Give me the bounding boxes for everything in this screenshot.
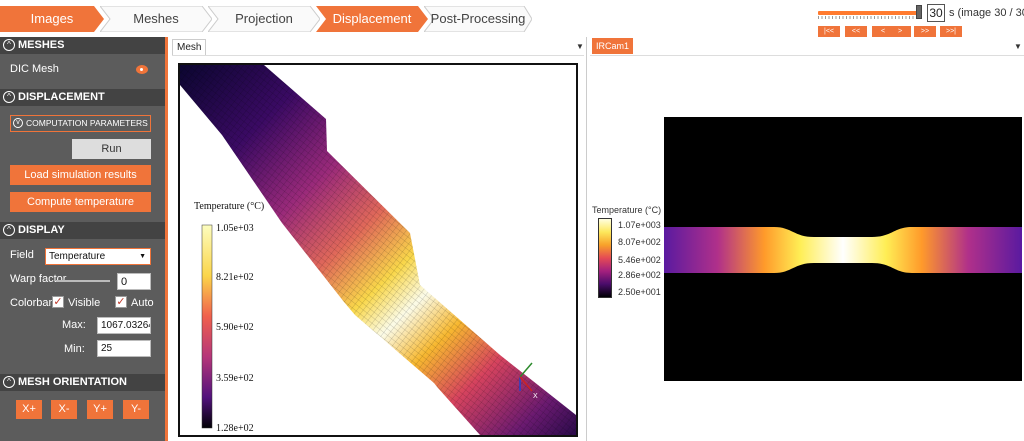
tab-mesh[interactable]: Mesh — [172, 39, 207, 55]
field-label: Field — [10, 249, 34, 261]
colorbar-label: Colorbar — [10, 297, 53, 309]
time-slider-track[interactable] — [818, 11, 922, 15]
field-select[interactable]: Temperature ▼ — [45, 248, 151, 265]
chevron-down-icon: ▼ — [139, 253, 146, 260]
mesh-render: Y Z X Temperature (°C) 1.05e+03 8.21e+02… — [180, 65, 576, 435]
min-label: Min: — [64, 343, 85, 355]
mesh-cb-tick-5: 1.28e+02 — [216, 423, 254, 434]
time-input[interactable]: 30 — [927, 4, 945, 22]
axis-z-label: Z — [523, 362, 528, 369]
tab-post-processing[interactable]: Post-Processing — [424, 6, 532, 32]
collapse-icon: ^ — [3, 39, 15, 51]
auto-label: Auto — [131, 297, 154, 309]
mesh-cb-tick-1: 1.05e+03 — [216, 223, 254, 234]
mesh-orientation-section-header[interactable]: ^ MESH ORIENTATION — [0, 374, 165, 391]
ir-camera-image[interactable] — [664, 117, 1022, 381]
tab-images[interactable]: Images — [0, 6, 104, 32]
mesh-viewport[interactable]: Y Z X Temperature (°C) 1.05e+03 8.21e+02… — [178, 63, 578, 437]
compute-temperature-button[interactable]: Compute temperature — [10, 192, 151, 212]
workflow-tabs: Images Meshes Projection Displacement Po… — [0, 6, 540, 32]
warp-factor-input[interactable]: 0 — [117, 273, 151, 290]
mesh-colorbar: Temperature (°C) 1.05e+03 8.21e+02 5.90e… — [194, 201, 264, 434]
first-frame-button[interactable]: |<< — [818, 26, 840, 37]
auto-checkbox[interactable]: ✓ — [115, 296, 127, 308]
last-frame-button[interactable]: >>| — [940, 26, 962, 37]
mesh-pane-divider — [172, 55, 584, 56]
mesh-colorbar-title: Temperature (°C) — [194, 201, 264, 212]
displacement-section-header[interactable]: ^ DISPLACEMENT — [0, 89, 165, 106]
computation-parameters-expander[interactable]: v COMPUTATION PARAMETERS — [10, 115, 151, 132]
collapse-icon: ^ — [3, 91, 15, 103]
ir-cb-tick-1: 1.07e+003 — [618, 220, 661, 230]
expand-icon: v — [13, 118, 23, 128]
ir-thermal-render — [664, 227, 1022, 273]
max-input[interactable]: 1067.032641 — [97, 317, 151, 334]
eye-icon[interactable] — [136, 65, 148, 74]
load-simulation-button[interactable]: Load simulation results — [10, 165, 151, 185]
time-slider-ticks — [818, 16, 922, 19]
visible-checkbox[interactable]: ✓ — [52, 296, 64, 308]
orient-x-minus-button[interactable]: X- — [51, 400, 77, 419]
ir-cb-tick-4: 2.86e+002 — [618, 270, 661, 280]
ir-colorbar: Temperature (°C) 1.07e+003 8.07e+002 5.4… — [592, 205, 672, 300]
cam-pane-divider — [590, 55, 1024, 56]
forward-fast-button[interactable]: >> — [914, 26, 936, 37]
max-label: Max: — [62, 319, 86, 331]
axis-y-label: Y — [534, 356, 540, 365]
mesh-cb-tick-3: 5.90e+02 — [216, 322, 254, 333]
next-frame-button[interactable]: > — [889, 26, 911, 37]
ir-cb-tick-5: 2.50e+001 — [618, 287, 661, 297]
visible-label: Visible — [68, 297, 101, 309]
pane-splitter[interactable] — [586, 37, 587, 441]
tab-ircam1[interactable]: IRCam1 — [592, 38, 634, 54]
tab-meshes[interactable]: Meshes — [100, 6, 212, 32]
orient-y-plus-button[interactable]: Y+ — [87, 400, 113, 419]
ir-cb-tick-3: 5.46e+002 — [618, 255, 661, 265]
ir-cb-tick-2: 8.07e+002 — [618, 237, 661, 247]
tab-projection[interactable]: Projection — [208, 6, 320, 32]
mesh-cb-tick-4: 3.59e+02 — [216, 373, 254, 384]
meshes-section-header[interactable]: ^ MESHES — [0, 37, 165, 54]
time-label: s (image 30 / 30) — [949, 7, 1024, 19]
run-button[interactable]: Run — [72, 139, 151, 159]
collapse-icon: ^ — [3, 224, 15, 236]
time-slider-thumb[interactable] — [916, 5, 922, 19]
mesh-name[interactable]: DIC Mesh — [10, 63, 59, 75]
warp-factor-label: Warp factor — [10, 273, 67, 285]
orient-y-minus-button[interactable]: Y- — [123, 400, 149, 419]
min-input[interactable]: 25 — [97, 340, 151, 357]
display-section-header[interactable]: ^ DISPLAY — [0, 222, 165, 239]
mesh-pane-menu-icon[interactable]: ▼ — [576, 42, 584, 51]
ir-colorbar-title: Temperature (°C) — [592, 205, 662, 215]
time-controls: 30 s (image 30 / 30) |<< << < > >> >>| — [816, 3, 1024, 37]
warp-factor-slider[interactable] — [56, 280, 110, 282]
axis-x-label: X — [533, 393, 538, 400]
collapse-icon: ^ — [3, 376, 15, 388]
orient-x-plus-button[interactable]: X+ — [16, 400, 42, 419]
left-panel: ^ MESHES DIC Mesh ^ DISPLACEMENT v COMPU… — [0, 37, 168, 441]
back-fast-button[interactable]: << — [845, 26, 867, 37]
tab-displacement[interactable]: Displacement — [316, 6, 428, 32]
cam-pane-menu-icon[interactable]: ▼ — [1014, 42, 1022, 51]
mesh-cb-tick-2: 8.21e+02 — [216, 272, 254, 283]
ir-colorbar-gradient — [598, 218, 612, 298]
